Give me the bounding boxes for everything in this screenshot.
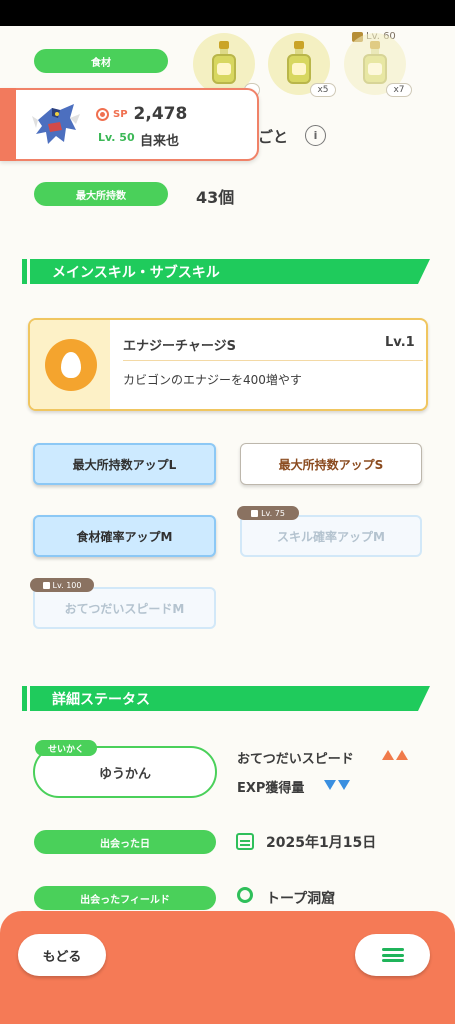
oil-bottle-icon bbox=[211, 41, 237, 85]
ingredient-count-2: x5 bbox=[310, 83, 336, 97]
sub-skill-4[interactable]: スキル確率アップM bbox=[240, 515, 422, 557]
pokemon-sprite bbox=[32, 104, 80, 144]
sub-skill-4-unlock-badge: Lv. 75 bbox=[237, 506, 299, 520]
oil-bottle-icon bbox=[286, 41, 312, 85]
sp-value: 2,478 bbox=[133, 104, 188, 124]
ingredient-label: 食材 bbox=[34, 49, 168, 73]
sub-skill-2[interactable]: 最大所持数アップS bbox=[240, 443, 422, 485]
section-marker bbox=[22, 686, 27, 711]
behind-popup-text: ごと bbox=[258, 128, 289, 146]
lock-icon bbox=[42, 581, 50, 589]
nature-up-arrows bbox=[382, 750, 408, 760]
lock-icon bbox=[251, 509, 259, 517]
skills-section-title: メインスキル・サブスキル bbox=[30, 259, 430, 284]
sub-skill-4-unlock-level: Lv. 75 bbox=[261, 508, 285, 518]
max-carry-value: 43個 bbox=[196, 188, 235, 207]
nature-down-arrows bbox=[324, 780, 350, 790]
met-date-value: 2025年1月15日 bbox=[266, 835, 377, 851]
met-field-label: 出会ったフィールド bbox=[34, 886, 216, 910]
down-triangle-icon bbox=[338, 780, 350, 790]
main-skill-name: エナジーチャージS bbox=[123, 339, 236, 354]
down-triangle-icon bbox=[324, 780, 336, 790]
pokeball-icon bbox=[96, 107, 109, 121]
sp-row: SP 2,478 bbox=[96, 104, 187, 124]
ingredient-count-3: x7 bbox=[386, 83, 412, 97]
divider bbox=[123, 360, 423, 361]
sub-skill-5[interactable]: おてつだいスピードM bbox=[33, 587, 216, 629]
back-button[interactable]: もどる bbox=[18, 934, 106, 976]
sub-skill-3[interactable]: 食材確率アップM bbox=[33, 515, 216, 557]
nature-tag: せいかく bbox=[35, 740, 97, 756]
calendar-icon bbox=[236, 833, 254, 850]
nature-down-label: EXP獲得量 bbox=[237, 781, 305, 796]
oil-bottle-icon bbox=[362, 41, 388, 85]
skill-circle bbox=[45, 339, 97, 391]
met-date-label: 出会った日 bbox=[34, 830, 216, 854]
met-field-value: トープ洞窟 bbox=[266, 891, 336, 907]
nature-up-label: おてつだいスピード bbox=[237, 752, 354, 767]
pokemon-level: Lv. 50 bbox=[98, 131, 135, 144]
up-triangle-icon bbox=[382, 750, 394, 760]
skill-icon-area bbox=[30, 320, 110, 409]
info-icon[interactable]: i bbox=[305, 125, 326, 146]
sub-skill-5-unlock-level: Lv. 100 bbox=[52, 580, 82, 590]
main-skill-card[interactable]: エナジーチャージS Lv.1 カビゴンのエナジーを400増やす bbox=[28, 318, 428, 411]
hamburger-icon bbox=[381, 948, 404, 962]
popup-accent bbox=[0, 88, 16, 161]
status-bar bbox=[0, 0, 455, 26]
flame-icon bbox=[61, 352, 81, 378]
detail-section-title: 詳細ステータス bbox=[30, 686, 430, 711]
max-carry-label: 最大所持数 bbox=[34, 182, 168, 206]
section-marker bbox=[22, 259, 27, 284]
main-skill-level: Lv.1 bbox=[385, 335, 415, 350]
main-skill-description: カビゴンのエナジーを400増やす bbox=[123, 373, 302, 387]
pokemon-nickname: 自来也 bbox=[140, 134, 180, 149]
up-triangle-icon bbox=[396, 750, 408, 760]
sub-skill-1[interactable]: 最大所持数アップL bbox=[33, 443, 216, 485]
sp-label: SP bbox=[113, 108, 128, 120]
sub-skill-5-unlock-badge: Lv. 100 bbox=[30, 578, 94, 592]
menu-button[interactable] bbox=[355, 934, 430, 976]
location-pin-icon bbox=[237, 887, 253, 903]
